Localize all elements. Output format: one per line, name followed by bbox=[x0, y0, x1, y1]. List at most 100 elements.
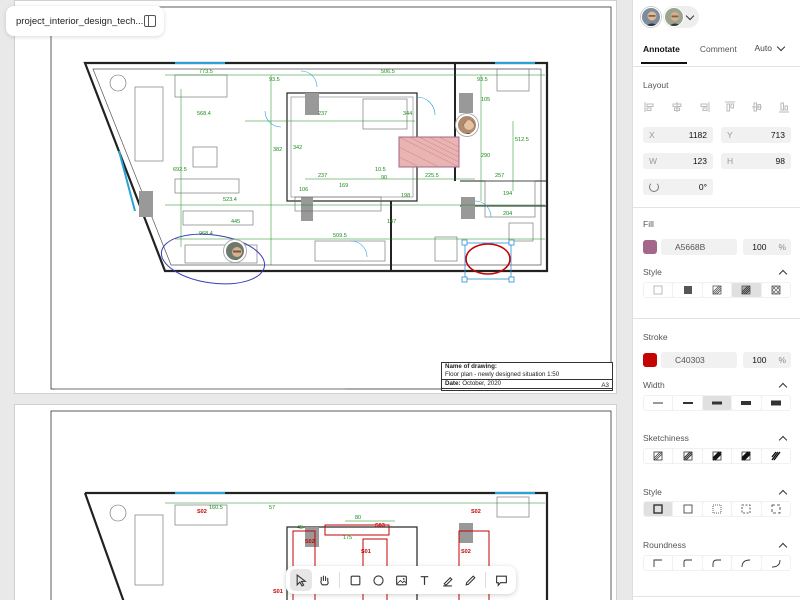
svg-text:237: 237 bbox=[318, 111, 327, 117]
w-label: W bbox=[649, 156, 658, 166]
alignment-controls bbox=[643, 100, 791, 114]
chevron-down-icon bbox=[776, 42, 786, 51]
svg-text:57: 57 bbox=[269, 505, 275, 511]
fill-style-none[interactable] bbox=[644, 283, 673, 297]
rotation-field[interactable]: 0° bbox=[643, 179, 713, 195]
stroke-dotted[interactable] bbox=[702, 502, 732, 516]
toolbar-divider bbox=[339, 572, 340, 588]
canvas[interactable]: 773.5 93.5 506.5 93.5 568.4 237 344 692.… bbox=[0, 0, 632, 600]
sketchiness-options bbox=[643, 448, 791, 464]
divider bbox=[633, 207, 800, 208]
highlighter-tool[interactable] bbox=[436, 569, 458, 591]
roundness-1[interactable] bbox=[673, 556, 702, 570]
fill-opacity-field[interactable]: 100% bbox=[743, 239, 791, 255]
align-center-icon[interactable] bbox=[670, 100, 684, 114]
stroke-hex-field[interactable]: C40303 bbox=[661, 352, 737, 368]
x-label: X bbox=[649, 130, 655, 140]
sheet-size: A3 bbox=[601, 382, 609, 389]
fill-style-hatch[interactable] bbox=[702, 283, 732, 297]
cursor-icon bbox=[296, 573, 307, 587]
active-tab-indicator bbox=[641, 62, 687, 64]
x-field[interactable]: X 1182 bbox=[643, 127, 713, 143]
collaborator-avatar-man[interactable] bbox=[224, 240, 246, 262]
sketchiness-1[interactable] bbox=[673, 449, 702, 463]
pen-tool[interactable] bbox=[459, 569, 481, 591]
svg-text:692.5: 692.5 bbox=[173, 167, 187, 173]
svg-text:S02: S02 bbox=[305, 539, 315, 545]
drawing-name-label: Name of drawing: bbox=[445, 363, 497, 370]
ellipse-tool[interactable] bbox=[367, 569, 389, 591]
svg-text:344: 344 bbox=[403, 111, 412, 117]
y-field[interactable]: Y 713 bbox=[721, 127, 791, 143]
tab-comment[interactable]: Comment bbox=[690, 40, 747, 58]
sketchiness-0[interactable] bbox=[644, 449, 673, 463]
svg-text:290: 290 bbox=[481, 153, 490, 159]
collapse-icon[interactable] bbox=[778, 381, 788, 392]
select-tool[interactable] bbox=[290, 569, 312, 591]
svg-text:S01: S01 bbox=[273, 589, 283, 595]
svg-text:512.5: 512.5 bbox=[515, 137, 529, 143]
svg-text:445: 445 bbox=[231, 219, 240, 225]
sidebar-toggle-icon[interactable] bbox=[144, 15, 156, 27]
width-extra-heavy[interactable] bbox=[761, 396, 791, 410]
roundness-0[interactable] bbox=[644, 556, 673, 570]
align-top-icon[interactable] bbox=[723, 100, 737, 114]
svg-text:198: 198 bbox=[401, 193, 410, 199]
fill-style-title: Style bbox=[643, 267, 662, 277]
fill-style-cross-hatch[interactable] bbox=[761, 283, 791, 297]
align-bottom-icon[interactable] bbox=[777, 100, 791, 114]
svg-text:204: 204 bbox=[503, 211, 512, 217]
comment-tool[interactable] bbox=[490, 569, 512, 591]
svg-text:S02: S02 bbox=[197, 509, 207, 515]
sketchiness-4[interactable] bbox=[761, 449, 791, 463]
collapse-icon[interactable] bbox=[778, 268, 788, 279]
auto-dropdown[interactable]: Auto bbox=[754, 42, 788, 53]
collapse-icon[interactable] bbox=[778, 434, 788, 445]
collapse-icon[interactable] bbox=[778, 541, 788, 552]
drawing-toolbar bbox=[286, 566, 516, 594]
title-block: Name of drawing: Floor plan - newly desig… bbox=[441, 362, 613, 391]
properties-panel: Annotate Comment Auto Layout X 1182 Y 713 … bbox=[632, 0, 800, 600]
height-field[interactable]: H 98 bbox=[721, 153, 791, 169]
image-tool[interactable] bbox=[390, 569, 412, 591]
stroke-solid[interactable] bbox=[673, 502, 702, 516]
auto-label: Auto bbox=[754, 43, 773, 53]
align-right-icon[interactable] bbox=[697, 100, 711, 114]
svg-text:257: 257 bbox=[495, 173, 504, 179]
fill-style-dense-hatch[interactable] bbox=[732, 283, 761, 297]
account-menu[interactable] bbox=[663, 6, 699, 28]
stroke-color-swatch[interactable] bbox=[643, 353, 657, 367]
drawing-sheet-1[interactable]: 773.5 93.5 506.5 93.5 568.4 237 344 692.… bbox=[14, 0, 617, 394]
svg-text:382: 382 bbox=[273, 147, 282, 153]
roundness-2[interactable] bbox=[702, 556, 732, 570]
width-heavy[interactable] bbox=[732, 396, 761, 410]
collaborator-avatar-woman[interactable] bbox=[456, 114, 478, 136]
rotation-value: 0° bbox=[698, 182, 707, 192]
file-tab[interactable]: project_interior_design_tech... bbox=[6, 6, 164, 36]
stroke-opacity-field[interactable]: 100% bbox=[743, 352, 791, 368]
user-avatar[interactable] bbox=[641, 7, 661, 27]
fill-hex-field[interactable]: A5668B bbox=[661, 239, 737, 255]
collapse-icon[interactable] bbox=[778, 488, 788, 499]
width-thick[interactable] bbox=[702, 396, 732, 410]
text-tool[interactable] bbox=[413, 569, 435, 591]
stroke-dashed[interactable] bbox=[732, 502, 761, 516]
fill-style-solid[interactable] bbox=[673, 283, 702, 297]
rectangle-tool[interactable] bbox=[344, 569, 366, 591]
roundness-3[interactable] bbox=[732, 556, 761, 570]
tab-annotate[interactable]: Annotate bbox=[633, 40, 690, 58]
sketchiness-2[interactable] bbox=[702, 449, 732, 463]
width-thin[interactable] bbox=[644, 396, 673, 410]
stroke-solid-bold[interactable] bbox=[644, 502, 673, 516]
align-middle-icon[interactable] bbox=[750, 100, 764, 114]
width-medium[interactable] bbox=[673, 396, 702, 410]
roundness-4[interactable] bbox=[761, 556, 791, 570]
svg-text:93.5: 93.5 bbox=[477, 77, 488, 83]
hand-tool[interactable] bbox=[313, 569, 335, 591]
roundness-title: Roundness bbox=[643, 540, 687, 550]
width-field[interactable]: W 123 bbox=[643, 153, 713, 169]
stroke-long-dash[interactable] bbox=[761, 502, 791, 516]
fill-color-swatch[interactable] bbox=[643, 240, 657, 254]
align-left-icon[interactable] bbox=[643, 100, 657, 114]
sketchiness-3[interactable] bbox=[732, 449, 761, 463]
